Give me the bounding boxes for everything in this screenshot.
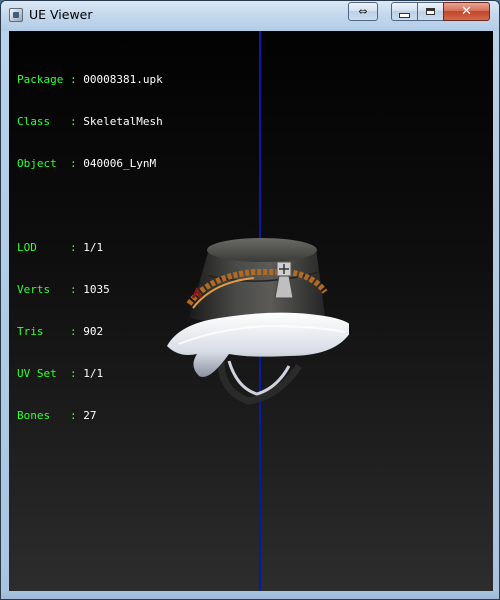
info-sep-uvset: :	[69, 367, 77, 380]
info-value-lod: 1/1	[83, 241, 104, 254]
info-value-class: SkeletalMesh	[83, 115, 163, 128]
info-sep-bones: :	[69, 409, 77, 422]
info-value-package: 00008381.upk	[83, 73, 163, 86]
info-label-verts: Verts	[17, 283, 64, 296]
info-value-uvset: 1/1	[83, 367, 104, 380]
info-sep-object: :	[69, 157, 77, 170]
swap-view-button[interactable]: ⇔	[348, 2, 378, 21]
minimize-button[interactable]	[391, 2, 418, 21]
info-value-verts: 1035	[83, 283, 110, 296]
info-label-package: Package	[17, 73, 64, 86]
info-row-tris: Tris : 902	[17, 325, 163, 339]
title-bar[interactable]: UE Viewer ⇔ ✕	[1, 1, 499, 31]
info-value-tris: 902	[83, 325, 104, 338]
info-value-object: 040006_LynM	[83, 157, 157, 170]
info-row-class: Class : SkeletalMesh	[17, 115, 163, 129]
maximize-icon	[426, 8, 435, 15]
info-row-object: Object : 040006_LynM	[17, 157, 163, 171]
arrows-horizontal-icon: ⇔	[358, 5, 368, 18]
info-sep-tris: :	[69, 325, 77, 338]
info-row-bones: Bones : 27	[17, 409, 163, 423]
info-row-package: Package : 00008381.upk	[17, 73, 163, 87]
info-row-verts: Verts : 1035	[17, 283, 163, 297]
close-icon: ✕	[461, 4, 472, 19]
info-label-class: Class	[17, 115, 64, 128]
info-sep-package: :	[69, 73, 77, 86]
info-label-tris: Tris	[17, 325, 64, 338]
info-label-lod: LOD	[17, 241, 64, 254]
hat-mesh-icon	[167, 238, 349, 405]
minimize-icon	[399, 12, 410, 18]
info-row-lod: LOD : 1/1	[17, 241, 163, 255]
mesh-info-overlay: Package : 00008381.upk Class : SkeletalM…	[17, 45, 163, 451]
info-label-uvset: UV Set	[17, 367, 64, 380]
close-button[interactable]: ✕	[443, 2, 490, 21]
3d-viewport[interactable]: Package : 00008381.upk Class : SkeletalM…	[9, 31, 493, 593]
window-bottom-border	[1, 591, 499, 599]
info-label-object: Object	[17, 157, 64, 170]
info-row-uvset: UV Set : 1/1	[17, 367, 163, 381]
info-value-bones: 27	[83, 409, 97, 422]
ue-viewer-window: UE Viewer ⇔ ✕ Package : 00008381.upk Cla…	[0, 0, 500, 600]
info-sep-class: :	[69, 115, 77, 128]
app-icon	[9, 8, 23, 22]
maximize-button[interactable]	[417, 2, 444, 21]
info-label-bones: Bones	[17, 409, 64, 422]
info-sep-lod: :	[69, 241, 77, 254]
info-sep-verts: :	[69, 283, 77, 296]
window-title: UE Viewer	[29, 7, 93, 22]
